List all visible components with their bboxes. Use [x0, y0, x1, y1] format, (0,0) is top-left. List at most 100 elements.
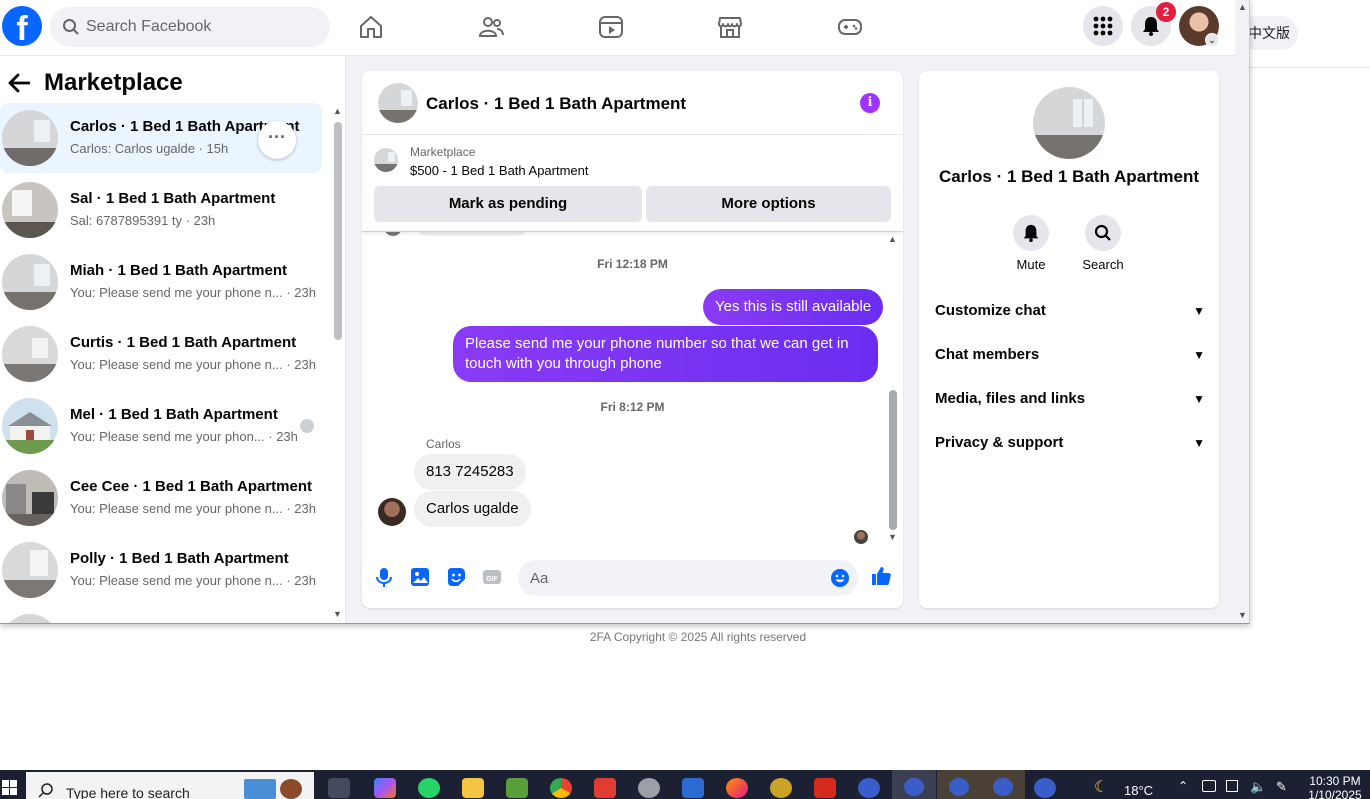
row-label: Chat members: [935, 346, 1040, 363]
conversation-preview: You: Please send me your phon... · 23h: [70, 429, 298, 444]
conversation-item[interactable]: Mel · 1 Bed 1 Bath Apartment You: Please…: [0, 391, 322, 461]
app-icon[interactable]: [814, 778, 836, 798]
facebook-logo[interactable]: f: [2, 6, 42, 46]
window-scroll-up[interactable]: ▲: [1238, 2, 1247, 12]
whatsapp-icon[interactable]: [418, 778, 440, 798]
file-explorer-icon[interactable]: [462, 778, 484, 798]
moon-icon: ☾: [1094, 779, 1109, 796]
taskbar-active-app[interactable]: [937, 770, 981, 799]
privacy-support-row[interactable]: Privacy & support ▼: [935, 427, 1205, 459]
search-icon: [1094, 224, 1111, 241]
conversation-more-button[interactable]: ···: [258, 121, 296, 159]
conversation-title: Miah · 1 Bed 1 Bath Apartment: [70, 262, 287, 279]
back-arrow-icon[interactable]: [8, 73, 30, 93]
sender-name: Carlos: [426, 437, 461, 451]
conversation-item[interactable]: Carlos · 1 Bed 1 Bath Apartment Carlos: …: [0, 103, 322, 173]
sender-avatar[interactable]: [378, 498, 406, 526]
marketplace-icon[interactable]: [717, 14, 743, 40]
app-icon[interactable]: [858, 778, 880, 798]
network-icon[interactable]: [1226, 780, 1238, 792]
conversation-title: Curtis · 1 Bed 1 Bath Apartment: [70, 334, 297, 351]
conversation-item[interactable]: Polly · 1 Bed 1 Bath Apartment You: Plea…: [0, 535, 322, 605]
conversation-item[interactable]: Sal · 1 Bed 1 Bath Apartment Sal: 678789…: [0, 175, 322, 245]
outgoing-message[interactable]: Please send me your phone number so that…: [453, 326, 878, 382]
conversation-preview: You: Please send me your phone n... · 23…: [70, 285, 316, 300]
system-tray-icon[interactable]: [1202, 780, 1216, 792]
chevron-down-icon[interactable]: ⌄: [1205, 33, 1219, 47]
thread-scroll-up[interactable]: ▲: [888, 234, 897, 244]
search-highlight-icon: [244, 777, 304, 799]
incoming-message[interactable]: 813 7245283: [414, 454, 526, 490]
listing-title[interactable]: $500 - 1 Bed 1 Bath Apartment: [410, 163, 589, 178]
photo-icon[interactable]: [409, 566, 431, 588]
clock-time: 10:30 PM: [1309, 774, 1361, 788]
message-input[interactable]: [530, 560, 820, 596]
app-icon[interactable]: [1034, 778, 1056, 798]
taskbar-search[interactable]: Type here to search: [26, 772, 314, 799]
conversation-item[interactable]: Miah · 1 Bed 1 Bath Apartment You: Pleas…: [0, 247, 322, 317]
list-scroll-up[interactable]: ▲: [333, 106, 342, 116]
friends-icon[interactable]: [478, 14, 504, 40]
outgoing-message[interactable]: Yes this is still available: [703, 289, 884, 325]
task-view-icon[interactable]: [328, 778, 350, 798]
chevron-up-icon[interactable]: ⌃: [1178, 779, 1188, 793]
list-scroll-down[interactable]: ▼: [333, 609, 342, 619]
weather-temperature[interactable]: 18°C: [1124, 783, 1153, 798]
app-icon[interactable]: [638, 778, 660, 798]
microphone-icon[interactable]: [373, 566, 395, 588]
listing-thumbnail: [2, 326, 58, 382]
listing-photo[interactable]: [1033, 87, 1105, 159]
volume-icon[interactable]: 🔈: [1250, 779, 1266, 795]
menu-button[interactable]: [1083, 6, 1123, 46]
emoji-icon[interactable]: [830, 568, 850, 588]
media-files-row[interactable]: Media, files and links ▼: [935, 383, 1205, 415]
pen-icon[interactable]: ✎: [1276, 779, 1287, 795]
gif-icon[interactable]: GIF: [481, 566, 503, 588]
conversation-item[interactable]: Cee Cee · 1 Bed 1 Bath Apartment You: Pl…: [0, 463, 322, 533]
left-header: Marketplace: [8, 68, 183, 98]
chat-avatar[interactable]: [378, 83, 418, 123]
mark-pending-button[interactable]: Mark as pending: [374, 186, 642, 222]
chat-title[interactable]: Carlos · 1 Bed 1 Bath Apartment: [426, 94, 686, 114]
search-box[interactable]: [50, 7, 330, 47]
firefox-icon[interactable]: [726, 778, 748, 798]
windows-start-icon[interactable]: [2, 776, 18, 796]
sticker-icon[interactable]: [445, 566, 467, 588]
listing-thumbnail[interactable]: [374, 148, 398, 172]
conversation-preview: You: Please send me your phone n... · 23…: [70, 573, 316, 588]
search-action[interactable]: Search: [1068, 215, 1138, 272]
conversation-item-partial[interactable]: [0, 607, 322, 623]
thread-scrollbar[interactable]: [889, 390, 897, 530]
app-icon[interactable]: [682, 778, 704, 798]
chat-panel: Carlos · 1 Bed 1 Bath Apartment i Market…: [362, 71, 903, 608]
info-icon[interactable]: i: [860, 93, 880, 113]
taskbar-active-app[interactable]: [981, 770, 1025, 799]
list-scrollbar[interactable]: [334, 122, 342, 340]
thumbs-up-icon[interactable]: [870, 565, 892, 587]
chrome-icon[interactable]: [550, 778, 572, 798]
message-box[interactable]: [518, 560, 858, 596]
home-icon[interactable]: [358, 14, 384, 40]
thread-scroll-down[interactable]: ▼: [888, 532, 897, 542]
app-icon[interactable]: [770, 778, 792, 798]
search-input[interactable]: [86, 7, 316, 47]
conversation-list-panel: Marketplace Carlos · 1 Bed 1 Bath Apartm…: [0, 56, 346, 623]
taskbar-search-placeholder: Type here to search: [66, 785, 190, 799]
message-thread: Fri 12:18 PM Yes this is still available…: [362, 222, 903, 547]
mute-action[interactable]: Mute: [996, 215, 1066, 272]
taskbar-active-app[interactable]: [892, 770, 936, 799]
window-scroll-down[interactable]: ▼: [1238, 610, 1247, 620]
search-icon: [63, 19, 79, 35]
copilot-icon[interactable]: [374, 778, 396, 798]
conversation-item[interactable]: Curtis · 1 Bed 1 Bath Apartment You: Ple…: [0, 319, 322, 389]
timestamp-separator: Fri 12:18 PM: [597, 257, 668, 271]
app-icon[interactable]: [506, 778, 528, 798]
anydesk-icon[interactable]: [594, 778, 616, 798]
gaming-icon[interactable]: [837, 14, 863, 40]
incoming-message[interactable]: Carlos ugalde: [414, 491, 531, 527]
video-icon[interactable]: [598, 14, 624, 40]
customize-chat-row[interactable]: Customize chat ▼: [935, 295, 1205, 327]
more-options-button[interactable]: More options: [646, 186, 891, 222]
taskbar-clock[interactable]: 10:30 PM 1/10/2025: [1300, 774, 1370, 799]
chat-members-row[interactable]: Chat members ▼: [935, 339, 1205, 371]
